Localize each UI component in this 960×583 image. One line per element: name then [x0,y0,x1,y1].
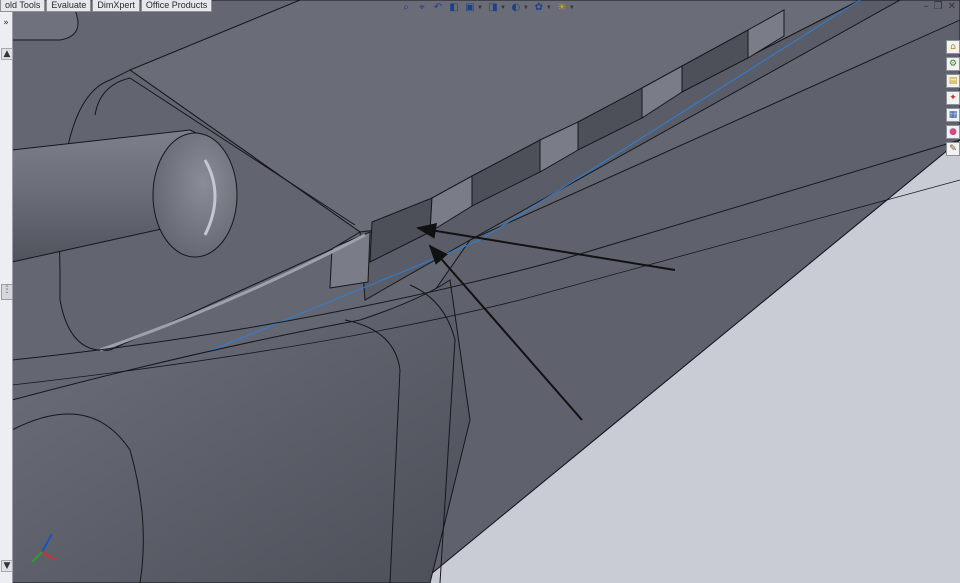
file-explorer-icon[interactable]: ✦ [946,91,960,105]
triad-y-axis [31,551,43,563]
close-icon[interactable]: ✕ [948,1,956,13]
triad-z-axis [41,533,53,553]
appearances-icon[interactable]: ● [946,125,960,139]
display-style-icon[interactable]: ◨ [487,2,499,14]
minimize-icon[interactable]: – [924,1,929,13]
design-library-icon[interactable]: ▤ [946,74,960,88]
boss-end-face [152,132,238,258]
zoom-to-area-icon[interactable]: ⌖ [416,2,428,14]
chevron-down-icon[interactable]: ▼ [546,5,552,11]
scroll-down-icon[interactable]: ▼ [1,560,13,572]
collapse-panel-icon[interactable]: » [1,18,11,28]
section-view-icon[interactable]: ◧ [448,2,460,14]
chevron-down-icon[interactable]: ▼ [500,5,506,11]
panel-splitter-icon[interactable]: ⋮ [1,284,13,300]
tab-dimxpert[interactable]: DimXpert [92,0,140,12]
zoom-to-fit-icon[interactable]: ⌕ [400,2,412,14]
edit-appearance-icon[interactable]: ✿ [533,2,545,14]
view-palette-icon[interactable]: ▦ [946,108,960,122]
view-orientation-icon[interactable]: ▣ [464,2,476,14]
tab-evaluate[interactable]: Evaluate [46,0,92,12]
command-manager-tabs: old Tools Evaluate DimXpert Office Produ… [0,0,213,12]
apply-scene-icon[interactable]: ☀ [556,2,568,14]
chevron-down-icon[interactable]: ▼ [569,5,575,11]
restore-icon[interactable]: ❐ [934,1,943,13]
chevron-down-icon[interactable]: ▼ [523,5,529,11]
home-icon[interactable]: ⌂ [946,40,960,54]
feature-manager-panel: » ▲ ⋮ ▼ [0,12,13,583]
triad-x-axis [41,551,57,561]
window-controls: – ❐ ✕ [924,1,956,13]
reference-triad [31,533,57,563]
custom-properties-icon[interactable]: ✎ [946,142,960,156]
hide-show-items-icon[interactable]: ◐ [510,2,522,14]
heads-up-view-toolbar: ⌕ ⌖ ↶ ◧ ▣ ▼ ◨ ▼ ◐ ▼ ✿ ▼ ☀ ▼ [400,1,575,15]
task-pane-tabs: ⌂ ⚙ ▤ ✦ ▦ ● ✎ [946,40,960,156]
chevron-down-icon[interactable]: ▼ [477,5,483,11]
tab-office-products[interactable]: Office Products [140,0,213,12]
scroll-up-icon[interactable]: ▲ [1,48,13,60]
previous-view-icon[interactable]: ↶ [432,2,444,14]
resources-icon[interactable]: ⚙ [946,57,960,71]
graphics-area[interactable] [0,0,960,583]
tab-mold-tools[interactable]: old Tools [0,0,46,12]
